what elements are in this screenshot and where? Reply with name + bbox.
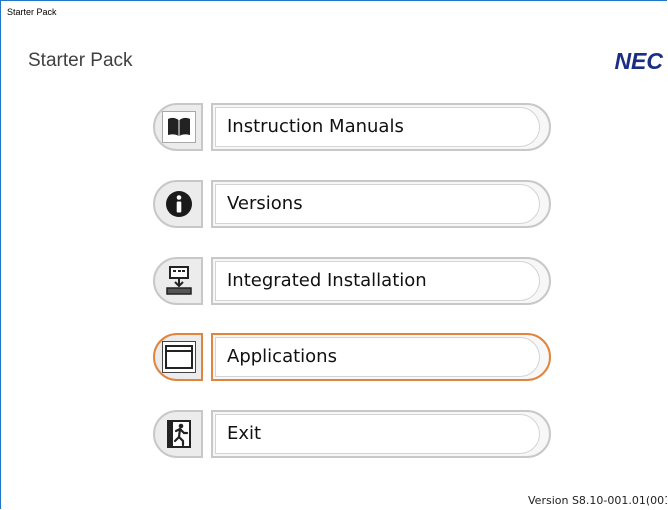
starter-pack-window: Starter Pack Starter Pack NEC Instructio… <box>0 0 667 509</box>
instruction-manuals-icon-button[interactable] <box>153 103 203 151</box>
version-text: Version S8.10-001.01(001 <box>528 494 667 507</box>
nec-logo: NEC <box>614 48 663 74</box>
exit-label: Exit <box>227 423 262 444</box>
exit-icon-button[interactable] <box>153 410 203 458</box>
applications-icon-button[interactable] <box>153 333 203 381</box>
info-icon <box>162 188 196 220</box>
versions-icon-button[interactable] <box>153 180 203 228</box>
window-title: Starter Pack <box>7 7 57 17</box>
app-header-title: Starter Pack <box>28 50 133 71</box>
book-icon <box>162 111 196 143</box>
instruction-manuals-label: Instruction Manuals <box>227 116 404 137</box>
applications-button[interactable]: Applications <box>211 333 551 381</box>
menu-item-exit: Exit <box>153 410 551 458</box>
versions-label: Versions <box>227 193 303 214</box>
versions-button[interactable]: Versions <box>211 180 551 228</box>
applications-label: Applications <box>227 346 337 367</box>
menu-item-versions: Versions <box>153 180 551 228</box>
install-icon <box>162 265 196 297</box>
menu-item-integrated-installation: Integrated Installation <box>153 257 551 305</box>
window-icon <box>162 341 196 373</box>
instruction-manuals-button[interactable]: Instruction Manuals <box>211 103 551 151</box>
integrated-installation-label: Integrated Installation <box>227 270 427 291</box>
menu-item-applications: Applications <box>153 333 551 381</box>
integrated-installation-button[interactable]: Integrated Installation <box>211 257 551 305</box>
window-title-bar[interactable]: Starter Pack <box>1 1 667 31</box>
integrated-installation-icon-button[interactable] <box>153 257 203 305</box>
exit-icon <box>162 418 196 450</box>
exit-button[interactable]: Exit <box>211 410 551 458</box>
menu-item-instruction-manuals: Instruction Manuals <box>153 103 551 151</box>
